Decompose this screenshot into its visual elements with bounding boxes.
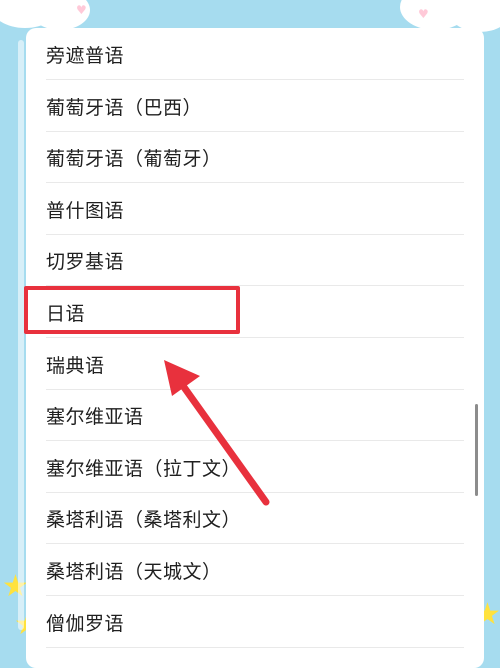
- arrow-icon: [164, 360, 270, 506]
